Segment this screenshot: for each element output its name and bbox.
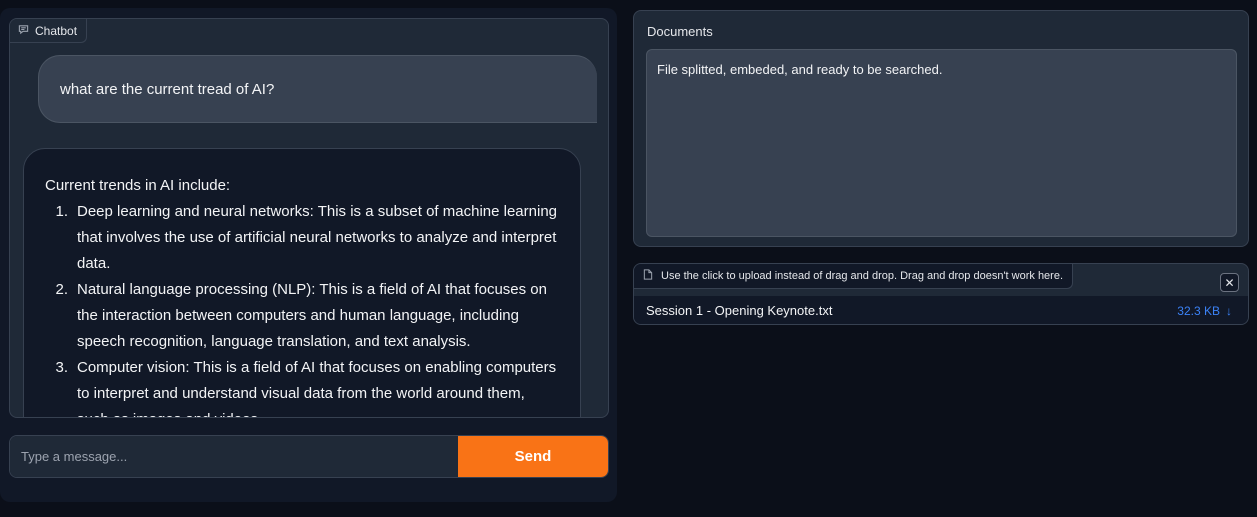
list-item-text: Deep learning and neural networks: This … (77, 203, 557, 272)
file-upload-panel: Use the click to upload instead of drag … (633, 263, 1249, 325)
documents-panel: Documents File splitted, embeded, and re… (633, 10, 1249, 247)
chatbot-window[interactable]: Chatbot what are the current tread of AI… (9, 18, 609, 418)
message-input[interactable] (10, 436, 458, 477)
list-item-number: 2. (55, 281, 68, 298)
list-item-number: 3. (55, 359, 68, 376)
list-item: 3. Computer vision: This is a field of A… (45, 355, 560, 417)
documents-label: Documents (647, 24, 713, 39)
uploaded-file-row: Session 1 - Opening Keynote.txt 32.3 KB … (634, 296, 1248, 324)
documents-status-text: File splitted, embeded, and ready to be … (657, 62, 943, 77)
chat-panel: Chatbot what are the current tread of AI… (0, 8, 617, 502)
file-download-link[interactable]: 32.3 KB ↓ (1177, 304, 1232, 318)
list-item-text: Natural language processing (NLP): This … (77, 281, 547, 350)
close-icon[interactable]: ✕ (1220, 273, 1239, 292)
chatbot-label-tag: Chatbot (10, 19, 88, 43)
list-item-number: 1. (55, 203, 68, 220)
user-message: what are the current tread of AI? (38, 55, 597, 123)
file-icon (643, 269, 653, 283)
upload-label-tag: Use the click to upload instead of drag … (634, 264, 1074, 289)
chatbot-label: Chatbot (35, 23, 78, 38)
close-icon-glyph: ✕ (1224, 275, 1235, 290)
message-composer: Send (9, 435, 609, 478)
list-item: 2. Natural language processing (NLP): Th… (45, 277, 560, 355)
bot-message-intro: Current trends in AI include: (45, 177, 231, 194)
file-name: Session 1 - Opening Keynote.txt (646, 303, 833, 318)
chat-bubble-icon (18, 24, 29, 38)
download-icon: ↓ (1226, 303, 1232, 318)
user-message-text: what are the current tread of AI? (60, 80, 275, 98)
documents-status-textbox[interactable]: File splitted, embeded, and ready to be … (646, 49, 1237, 237)
bot-message: Current trends in AI include: 1. Deep le… (23, 148, 581, 417)
list-item-text: Computer vision: This is a field of AI t… (77, 359, 557, 417)
bot-message-list: 1. Deep learning and neural networks: Th… (45, 199, 560, 417)
send-button[interactable]: Send (458, 436, 608, 477)
upload-label: Use the click to upload instead of drag … (661, 270, 1064, 282)
list-item: 1. Deep learning and neural networks: Th… (45, 199, 560, 277)
file-size: 32.3 KB (1177, 303, 1220, 318)
